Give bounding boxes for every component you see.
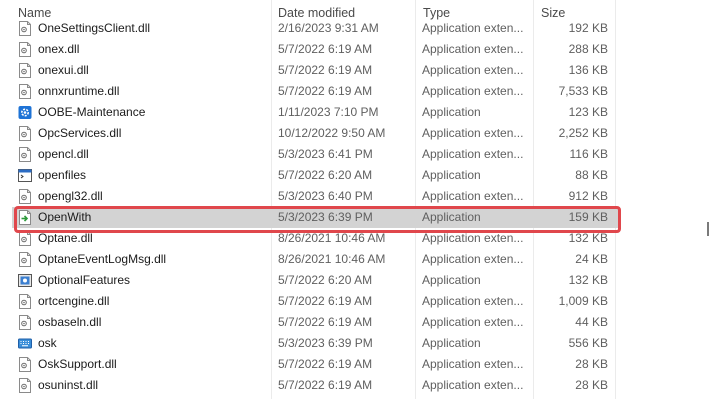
file-date-modified: 5/7/2022 6:19 AM: [278, 378, 373, 392]
file-date-modified: 1/11/2023 7:10 PM: [278, 105, 379, 119]
file-date-modified: 5/3/2023 6:39 PM: [278, 336, 373, 350]
file-date-modified: 5/7/2022 6:19 AM: [278, 42, 373, 56]
file-type: Application: [422, 105, 481, 119]
file-row[interactable]: onexui.dll 5/7/2022 6:19 AM Application ex…: [12, 60, 620, 81]
file-type: Application exten...: [422, 126, 524, 140]
file-type: Application: [422, 336, 481, 350]
file-type: Application: [422, 273, 481, 287]
file-name: onex.dll: [38, 42, 80, 56]
file-name: ortcengine.dll: [38, 294, 110, 308]
dll-file-icon: [18, 21, 32, 36]
file-date-modified: 8/26/2021 10:46 AM: [278, 252, 386, 266]
file-type: Application exten...: [422, 42, 524, 56]
file-row[interactable]: OneSettingsClient.dll 2/16/2023 9:31 AM Ap…: [12, 18, 620, 39]
file-type: Application exten...: [422, 84, 524, 98]
dll-file-icon: [18, 231, 32, 246]
file-name: onnxruntime.dll: [38, 84, 120, 98]
dll-file-icon: [18, 189, 32, 204]
file-row[interactable]: OOBE-Maintenance 1/11/2023 7:10 PM Applica…: [12, 102, 620, 123]
file-size: 556 KB: [568, 336, 608, 350]
file-size: 912 KB: [568, 189, 608, 203]
file-date-modified: 5/7/2022 6:19 AM: [278, 294, 373, 308]
file-size: 28 KB: [575, 357, 608, 371]
file-size: 132 KB: [568, 273, 608, 287]
file-size: 136 KB: [568, 63, 608, 77]
file-date-modified: 5/3/2023 6:40 PM: [278, 189, 373, 203]
file-type: Application exten...: [422, 147, 524, 161]
file-date-modified: 5/7/2022 6:20 AM: [278, 168, 373, 182]
file-size: 7,533 KB: [558, 84, 608, 98]
file-row[interactable]: ortcengine.dll 5/7/2022 6:19 AM Applicatio…: [12, 291, 620, 312]
file-row[interactable]: OpcServices.dll 10/12/2022 9:50 AM Applica…: [12, 123, 620, 144]
dll-file-icon: [18, 84, 32, 99]
file-row[interactable]: onex.dll 5/7/2022 6:19 AM Application exte…: [12, 39, 620, 60]
file-type: Application: [422, 168, 481, 182]
dll-file-icon: [18, 147, 32, 162]
dll-file-icon: [18, 42, 32, 57]
file-name: opencl.dll: [38, 147, 89, 161]
file-row[interactable]: OptionalFeatures 5/7/2022 6:20 AM Applicat…: [12, 270, 620, 291]
file-size: 28 KB: [575, 378, 608, 392]
file-type: Application exten...: [422, 357, 524, 371]
file-type: Application exten...: [422, 315, 524, 329]
file-date-modified: 5/3/2023 6:41 PM: [278, 147, 373, 161]
gear-app-icon: [18, 105, 32, 120]
file-type: Application exten...: [422, 21, 524, 35]
dll-file-icon: [18, 315, 32, 330]
file-date-modified: 5/7/2022 6:19 AM: [278, 84, 373, 98]
file-date-modified: 2/16/2023 9:31 AM: [278, 21, 379, 35]
file-row[interactable]: onnxruntime.dll 5/7/2022 6:19 AM Applicati…: [12, 81, 620, 102]
dll-file-icon: [18, 294, 32, 309]
file-size: 1,009 KB: [558, 294, 608, 308]
file-date-modified: 5/7/2022 6:20 AM: [278, 273, 373, 287]
annotation-highlight-box: [14, 206, 621, 233]
file-row[interactable]: osbaseln.dll 5/7/2022 6:19 AM Application …: [12, 312, 620, 333]
file-row[interactable]: openfiles 5/7/2022 6:20 AM Application 88 K…: [12, 165, 620, 186]
file-name: OptaneEventLogMsg.dll: [38, 252, 167, 266]
dll-file-icon: [18, 126, 32, 141]
file-name: OneSettingsClient.dll: [38, 21, 151, 35]
dll-file-icon: [18, 357, 32, 372]
file-name: osk: [38, 336, 57, 350]
file-name: OskSupport.dll: [38, 357, 117, 371]
keyboard-icon: [18, 336, 32, 351]
file-size: 116 KB: [569, 147, 608, 161]
file-type: Application exten...: [422, 294, 524, 308]
file-type: Application exten...: [422, 189, 524, 203]
file-size: 192 KB: [568, 21, 608, 35]
file-size: 88 KB: [575, 168, 608, 182]
dll-file-icon: [18, 252, 32, 267]
file-row[interactable]: OptaneEventLogMsg.dll 8/26/2021 10:46 AM A…: [12, 249, 620, 270]
file-row[interactable]: opengl32.dll 5/3/2023 6:40 PM Application …: [12, 186, 620, 207]
vertical-scrollbar[interactable]: [707, 222, 709, 236]
file-name: OpcServices.dll: [38, 126, 122, 140]
dll-file-icon: [18, 378, 32, 393]
file-row[interactable]: OskSupport.dll 5/7/2022 6:19 AM Applicatio…: [12, 354, 620, 375]
file-row[interactable]: osuninst.dll 5/7/2022 6:19 AM Application …: [12, 375, 620, 396]
file-name: opengl32.dll: [38, 189, 103, 203]
optional-features-icon: [18, 273, 32, 288]
file-name: OOBE-Maintenance: [38, 105, 146, 119]
file-row[interactable]: opencl.dll 5/3/2023 6:41 PM Application ex…: [12, 144, 620, 165]
file-row[interactable]: osk 5/3/2023 6:39 PM Application 556 KB: [12, 333, 620, 354]
file-type: Application exten...: [422, 378, 524, 392]
console-app-icon: [18, 168, 32, 183]
file-size: 2,252 KB: [558, 126, 608, 140]
file-name: OptionalFeatures: [38, 273, 131, 287]
file-type: Application exten...: [422, 63, 524, 77]
file-type: Application exten...: [422, 252, 524, 266]
file-size: 288 KB: [568, 42, 608, 56]
file-name: osuninst.dll: [38, 378, 99, 392]
file-date-modified: 10/12/2022 9:50 AM: [278, 126, 386, 140]
dll-file-icon: [18, 63, 32, 78]
file-name: osbaseln.dll: [38, 315, 102, 329]
file-size: 123 KB: [568, 105, 608, 119]
file-name: onexui.dll: [38, 63, 89, 77]
file-name: openfiles: [38, 168, 87, 182]
file-size: 24 KB: [575, 252, 608, 266]
file-date-modified: 5/7/2022 6:19 AM: [278, 357, 373, 371]
file-date-modified: 5/7/2022 6:19 AM: [278, 63, 373, 77]
file-size: 44 KB: [575, 315, 608, 329]
file-date-modified: 5/7/2022 6:19 AM: [278, 315, 373, 329]
